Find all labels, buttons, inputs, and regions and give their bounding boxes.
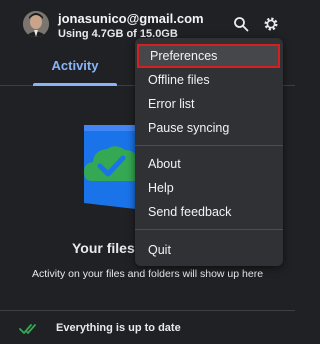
menu-item-preferences[interactable]: Preferences	[137, 44, 280, 68]
account-email: jonasunico@gmail.com	[58, 11, 204, 26]
status-bar: Everything is up to date	[0, 310, 295, 344]
menu-item-send-feedback[interactable]: Send feedback	[135, 200, 283, 224]
active-tab-indicator	[33, 83, 117, 86]
menu-item-error-list[interactable]: Error list	[135, 92, 283, 116]
cloud-check-illustration	[78, 117, 142, 213]
tab-activity[interactable]: Activity	[33, 50, 117, 86]
menu-separator	[135, 145, 283, 146]
avatar[interactable]	[23, 11, 49, 37]
menu-item-help[interactable]: Help	[135, 176, 283, 200]
menu-separator	[135, 229, 283, 230]
empty-state-description: Activity on your files and folders will …	[31, 268, 264, 280]
menu-item-offline-files[interactable]: Offline files	[135, 68, 283, 92]
settings-menu: Preferences Offline files Error list Pau…	[135, 38, 283, 266]
gear-icon[interactable]	[263, 16, 279, 32]
search-icon[interactable]	[233, 16, 249, 32]
menu-item-about[interactable]: About	[135, 152, 283, 176]
menu-item-quit[interactable]: Quit	[135, 238, 283, 262]
sync-status-text: Everything is up to date	[56, 322, 181, 334]
menu-item-pause-syncing[interactable]: Pause syncing	[135, 116, 283, 140]
double-check-icon	[19, 322, 39, 336]
